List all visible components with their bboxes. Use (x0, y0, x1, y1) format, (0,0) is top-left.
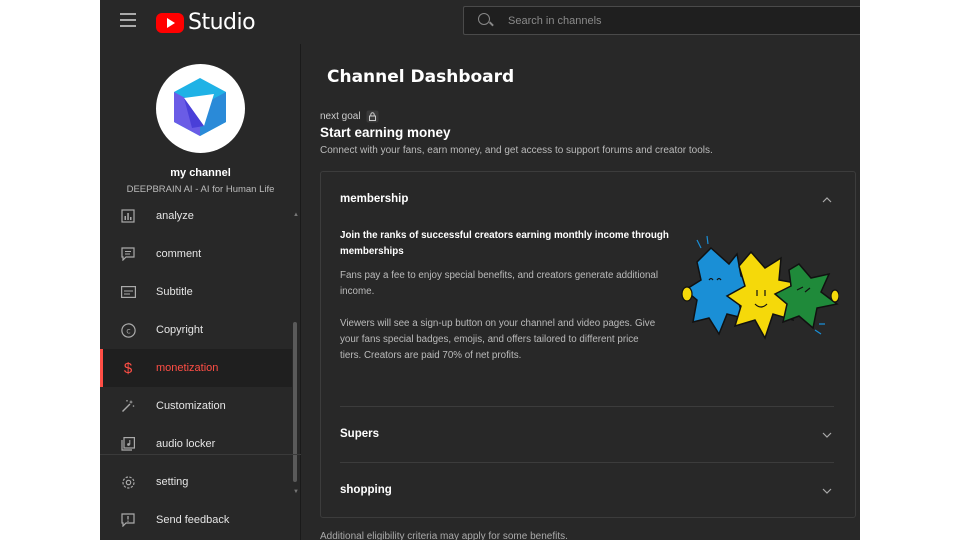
analytics-icon (120, 208, 136, 224)
search-input[interactable] (508, 14, 808, 27)
section-divider (340, 406, 834, 407)
sidebar-item-label: setting (156, 476, 189, 488)
membership-headline: Join the ranks of successful creators ea… (340, 230, 669, 257)
sidebar-item-subtitle[interactable]: Subtitle (100, 273, 301, 311)
subtitles-icon (120, 284, 136, 300)
svg-text:c: c (126, 326, 130, 335)
sidebar-item-label: analyze (156, 210, 194, 222)
shopping-title[interactable]: shopping (340, 484, 392, 496)
benefits-card: membership Join the ranks of successful … (320, 171, 856, 518)
gear-icon (120, 474, 136, 490)
chevron-down-icon[interactable] (822, 430, 832, 440)
sidebar-item-customization[interactable]: Customization (100, 387, 301, 425)
membership-paragraph-2: Viewers will see a sign-up button on you… (340, 318, 656, 361)
eligibility-note: Additional eligibility criteria may appl… (320, 531, 568, 540)
search-box[interactable] (463, 6, 860, 35)
comment-icon (120, 246, 136, 262)
page-title: Channel Dashboard (327, 67, 515, 87)
supers-title[interactable]: Supers (340, 428, 379, 440)
membership-paragraph-1: Fans pay a fee to enjoy special benefits… (340, 270, 659, 297)
audio-library-icon (120, 436, 136, 452)
chevron-up-icon[interactable] (822, 195, 832, 205)
sidebar-item-label: Customization (156, 400, 226, 412)
copyright-icon: c (120, 322, 136, 338)
channel-avatar[interactable] (156, 64, 245, 153)
magic-wand-icon (120, 398, 136, 414)
sidebar-item-label: Copyright (156, 324, 204, 336)
membership-title[interactable]: membership (340, 193, 408, 205)
sidebar-item-analyze[interactable]: analyze (100, 197, 301, 235)
feedback-icon (120, 512, 136, 528)
sidebar-item-monetization[interactable]: $ monetization (100, 349, 292, 387)
channel-name: my channel (170, 167, 231, 179)
sidebar-item-setting[interactable]: setting (100, 463, 301, 501)
chevron-down-icon[interactable] (822, 486, 832, 496)
sidebar-nav: analyze comment Subtitle c Copyright $ m… (100, 197, 301, 463)
goal-label-text: next goal (320, 111, 361, 122)
sidebar-item-label: Subtitle (156, 286, 193, 298)
sidebar-item-label: audio locker (156, 438, 216, 450)
youtube-play-icon (156, 12, 184, 33)
dollar-icon: $ (123, 359, 133, 377)
search-icon (478, 12, 494, 29)
sidebar-item-comment[interactable]: comment (100, 235, 301, 273)
goal-description: Connect with your fans, earn money, and … (320, 145, 713, 156)
sidebar-item-label: Send feedback (156, 514, 230, 526)
menu-icon[interactable] (120, 13, 136, 27)
membership-illustration (681, 235, 839, 340)
studio-app: Studio my channel DEEPBRAIN AI - AI for … (100, 0, 860, 540)
channel-subtitle: DEEPBRAIN AI - AI for Human Life (126, 184, 275, 195)
logo-text: Studio (188, 10, 256, 35)
scroll-up-arrow[interactable]: ▲ (293, 212, 299, 218)
section-divider (340, 462, 834, 463)
lock-icon (366, 110, 379, 123)
sidebar-item-send-feedback[interactable]: Send feedback (100, 501, 301, 539)
sidebar-bottom-nav: setting Send feedback (100, 454, 301, 539)
top-bar: Studio (100, 0, 860, 44)
sidebar-item-label: monetization (156, 362, 219, 374)
goal-title: Start earning money (320, 125, 451, 140)
channel-logo-icon (174, 78, 226, 136)
studio-logo[interactable]: Studio (156, 10, 256, 35)
sidebar-item-copyright[interactable]: c Copyright (100, 311, 301, 349)
goal-label: next goal (320, 110, 379, 123)
sidebar-item-label: comment (156, 248, 202, 260)
main-content: Channel Dashboard next goal Start earnin… (302, 44, 860, 540)
sidebar: my channel DEEPBRAIN AI - AI for Human L… (100, 44, 301, 540)
